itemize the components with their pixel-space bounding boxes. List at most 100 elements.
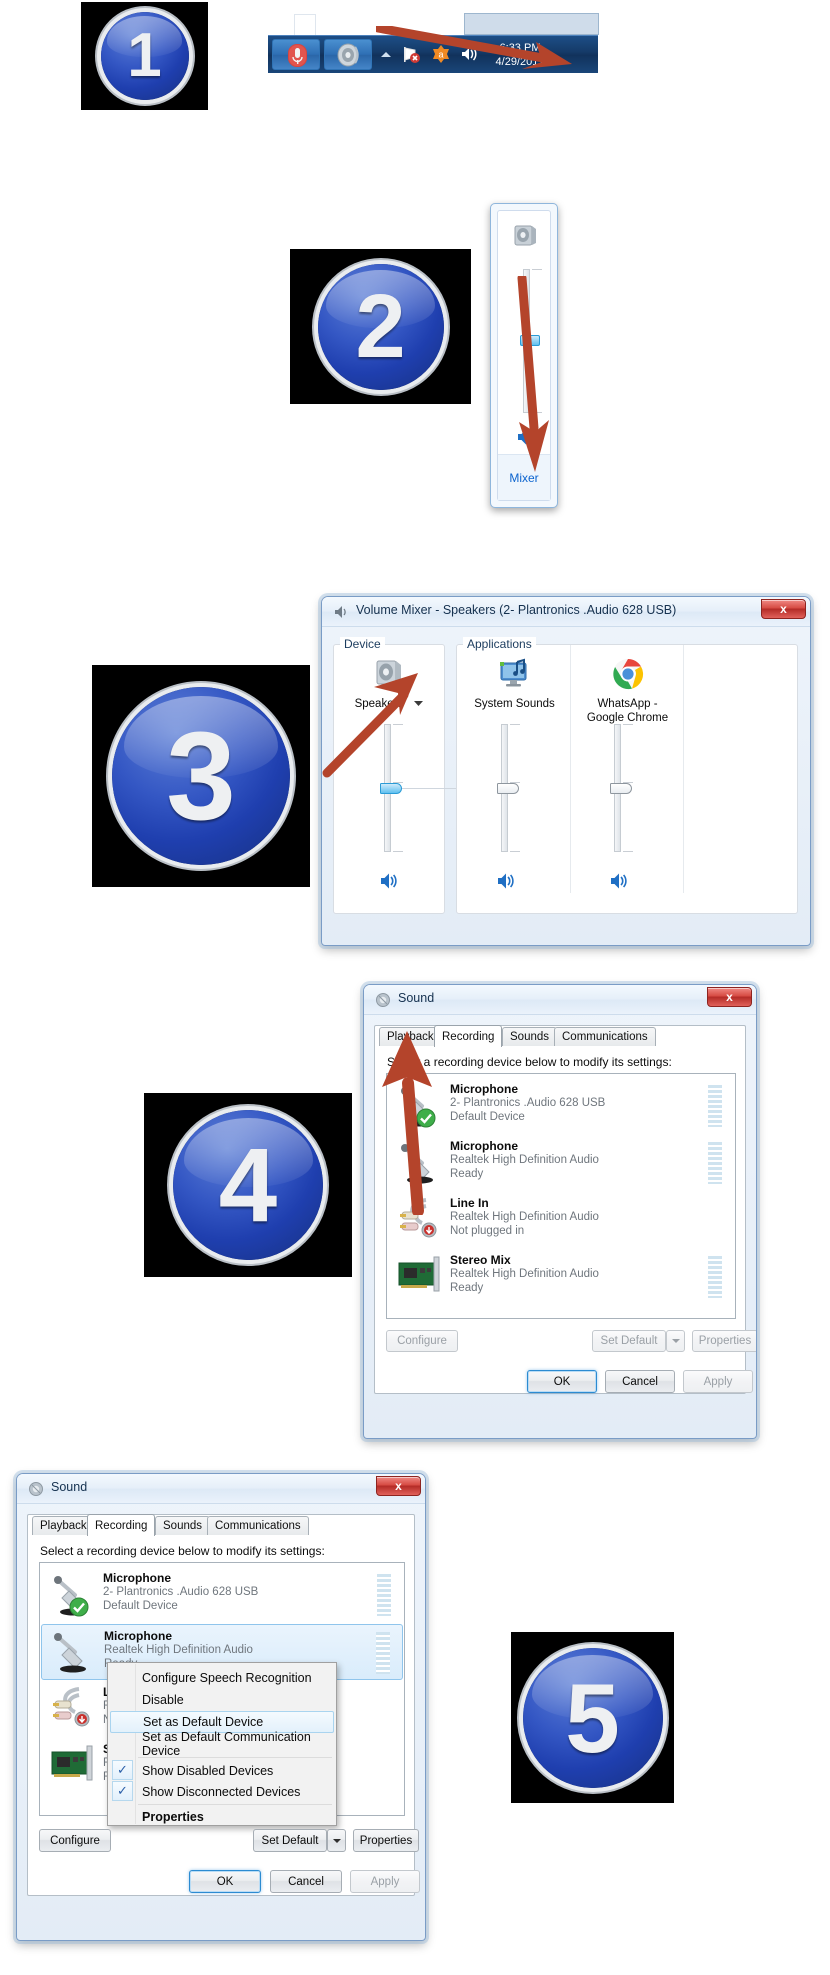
tab-recording[interactable]: Recording: [434, 1025, 503, 1047]
chrome-mute-button[interactable]: [608, 870, 630, 892]
sound-card-icon: [51, 1745, 93, 1781]
device-name: Microphone: [450, 1082, 518, 1096]
taskbar-app-icon-wrap[interactable]: a: [431, 44, 451, 64]
device-name-label: Speakers: [354, 698, 404, 710]
taskbar-show-hidden-icons-button[interactable]: [378, 48, 394, 60]
menu-separator-1: [138, 1757, 332, 1758]
close-button[interactable]: x: [761, 599, 806, 619]
device-status: Ready: [450, 1168, 484, 1180]
chrome-icon-wrap[interactable]: [610, 656, 646, 692]
volume-icon: [381, 873, 397, 889]
system-sounds-icon-wrap[interactable]: [497, 656, 533, 692]
recording-device-list-step4[interactable]: Microphone 2- Plantronics .Audio 628 USB…: [386, 1073, 736, 1319]
tab-communications[interactable]: Communications: [554, 1027, 656, 1046]
device-volume-slider-thumb[interactable]: [380, 783, 402, 794]
device-driver: 2- Plantronics .Audio 628 USB: [450, 1097, 606, 1109]
device-speaker-icon-wrap[interactable]: [372, 656, 408, 692]
flyout-mixer-link[interactable]: Mixer: [498, 455, 550, 500]
set-default-label: Set Default: [600, 1335, 658, 1347]
step-number-2: 2: [355, 276, 406, 377]
system-sounds-slider-thumb[interactable]: [497, 783, 519, 794]
menu-item-show-disabled-devices[interactable]: Show Disabled Devices: [110, 1760, 334, 1782]
step-badge-1: 1: [81, 2, 208, 110]
menu-item-properties[interactable]: Properties: [110, 1806, 334, 1828]
tab-recording[interactable]: Recording: [87, 1514, 156, 1536]
taskbar-speaker-button[interactable]: [324, 39, 372, 70]
taskbar-volume-icon-wrap[interactable]: [459, 44, 479, 64]
menu-item-disable[interactable]: Disable: [110, 1689, 334, 1711]
table-row[interactable]: Line In Realtek High Definition Audio No…: [388, 1192, 734, 1248]
close-icon: x: [780, 602, 787, 616]
apply-button[interactable]: Apply: [350, 1870, 420, 1893]
level-meter: [708, 1085, 722, 1127]
ok-button[interactable]: OK: [189, 1870, 261, 1893]
close-button[interactable]: x: [376, 1476, 421, 1496]
chrome-app-name: WhatsApp - Google Chrome: [575, 698, 680, 726]
clock-date: 4/29/2017: [495, 55, 545, 68]
apply-button[interactable]: Apply: [683, 1370, 753, 1393]
step-badge-3: 3: [92, 665, 310, 887]
sound-title-step5: Sound: [51, 1480, 88, 1494]
flyout-volume-mute-icon-wrap[interactable]: [515, 426, 537, 448]
device-mute-button[interactable]: [378, 870, 400, 892]
set-default-button[interactable]: Set Default: [592, 1330, 666, 1352]
taskbar-mic-button[interactable]: [272, 39, 320, 70]
level-meter: [708, 1142, 722, 1184]
tab-playback[interactable]: Playback: [379, 1027, 442, 1046]
volume-icon: [462, 47, 477, 61]
menu-item-set-as-default-communication-device[interactable]: Set as Default Communication Device: [110, 1730, 334, 1758]
step-badge-4: 4: [144, 1093, 352, 1277]
set-default-button[interactable]: Set Default: [253, 1829, 327, 1852]
configure-label: Configure: [397, 1335, 447, 1347]
tab-communications-label: Communications: [562, 1031, 648, 1043]
close-icon: x: [726, 990, 733, 1004]
volume-mixer-icon: [333, 604, 349, 620]
table-row[interactable]: Microphone 2- Plantronics .Audio 628 USB…: [388, 1078, 734, 1134]
device-slider-tick-bottom: [393, 851, 403, 852]
taskbar-network-icon-wrap[interactable]: [402, 44, 422, 64]
device-slider-tick-top: [393, 724, 403, 725]
step-badge-5: 5: [511, 1632, 674, 1803]
close-button[interactable]: x: [707, 987, 752, 1007]
volume-mixer-titlebar[interactable]: Volume Mixer - Speakers (2- Plantronics …: [322, 597, 810, 627]
sound-icon: [28, 1481, 44, 1497]
tab-sounds[interactable]: Sounds: [155, 1516, 211, 1535]
instruction-text-step4: Select a recording device below to modif…: [387, 1055, 672, 1069]
configure-button[interactable]: Configure: [39, 1829, 111, 1852]
configure-button[interactable]: Configure: [386, 1330, 458, 1352]
ok-button[interactable]: OK: [527, 1370, 597, 1393]
flyout-volume-slider-thumb[interactable]: [520, 335, 540, 346]
chrome-slider-thumb[interactable]: [610, 783, 632, 794]
device-name: Stereo Mix: [450, 1253, 511, 1267]
tab-communications[interactable]: Communications: [207, 1516, 309, 1535]
tab-playback[interactable]: Playback: [32, 1516, 95, 1535]
table-row[interactable]: Microphone 2- Plantronics .Audio 628 USB…: [41, 1567, 403, 1623]
flyout-device-icon-wrap[interactable]: [511, 221, 541, 251]
taskbar-clock[interactable]: 6:33 PM 4/29/2017: [484, 38, 556, 72]
chevron-down-icon[interactable]: [414, 698, 424, 710]
menu-item-configure-speech-recognition[interactable]: Configure Speech Recognition: [110, 1667, 334, 1689]
cancel-button[interactable]: Cancel: [605, 1370, 675, 1393]
level-meter: [708, 1256, 722, 1298]
set-default-dropdown-button[interactable]: [327, 1829, 346, 1852]
close-icon: x: [395, 1479, 402, 1493]
tab-sounds[interactable]: Sounds: [502, 1027, 558, 1046]
sound-titlebar-step4[interactable]: Sound x: [364, 985, 756, 1015]
table-row[interactable]: Stereo Mix Realtek High Definition Audio…: [388, 1249, 734, 1305]
system-sounds-mute-button[interactable]: [495, 870, 517, 892]
properties-button[interactable]: Properties: [353, 1829, 419, 1852]
volume-icon: [498, 873, 514, 889]
cancel-label: Cancel: [288, 1875, 324, 1888]
properties-button[interactable]: Properties: [692, 1330, 756, 1352]
menu-item-show-disconnected-devices[interactable]: Show Disconnected Devices: [110, 1781, 334, 1803]
chrome-tick-top: [623, 724, 633, 725]
menu-item-label: Show Disabled Devices: [142, 1764, 274, 1778]
sound-titlebar-step5[interactable]: Sound x: [17, 1474, 425, 1504]
device-context-menu: Configure Speech Recognition Disable Set…: [107, 1662, 337, 1826]
table-row[interactable]: Microphone Realtek High Definition Audio…: [388, 1135, 734, 1191]
system-sounds-name: System Sounds: [474, 698, 555, 710]
step2-volume-flyout: Mixer: [490, 203, 558, 508]
set-default-dropdown-button[interactable]: [666, 1330, 685, 1352]
cancel-button[interactable]: Cancel: [270, 1870, 342, 1893]
tab-playback-label: Playback: [387, 1031, 434, 1043]
